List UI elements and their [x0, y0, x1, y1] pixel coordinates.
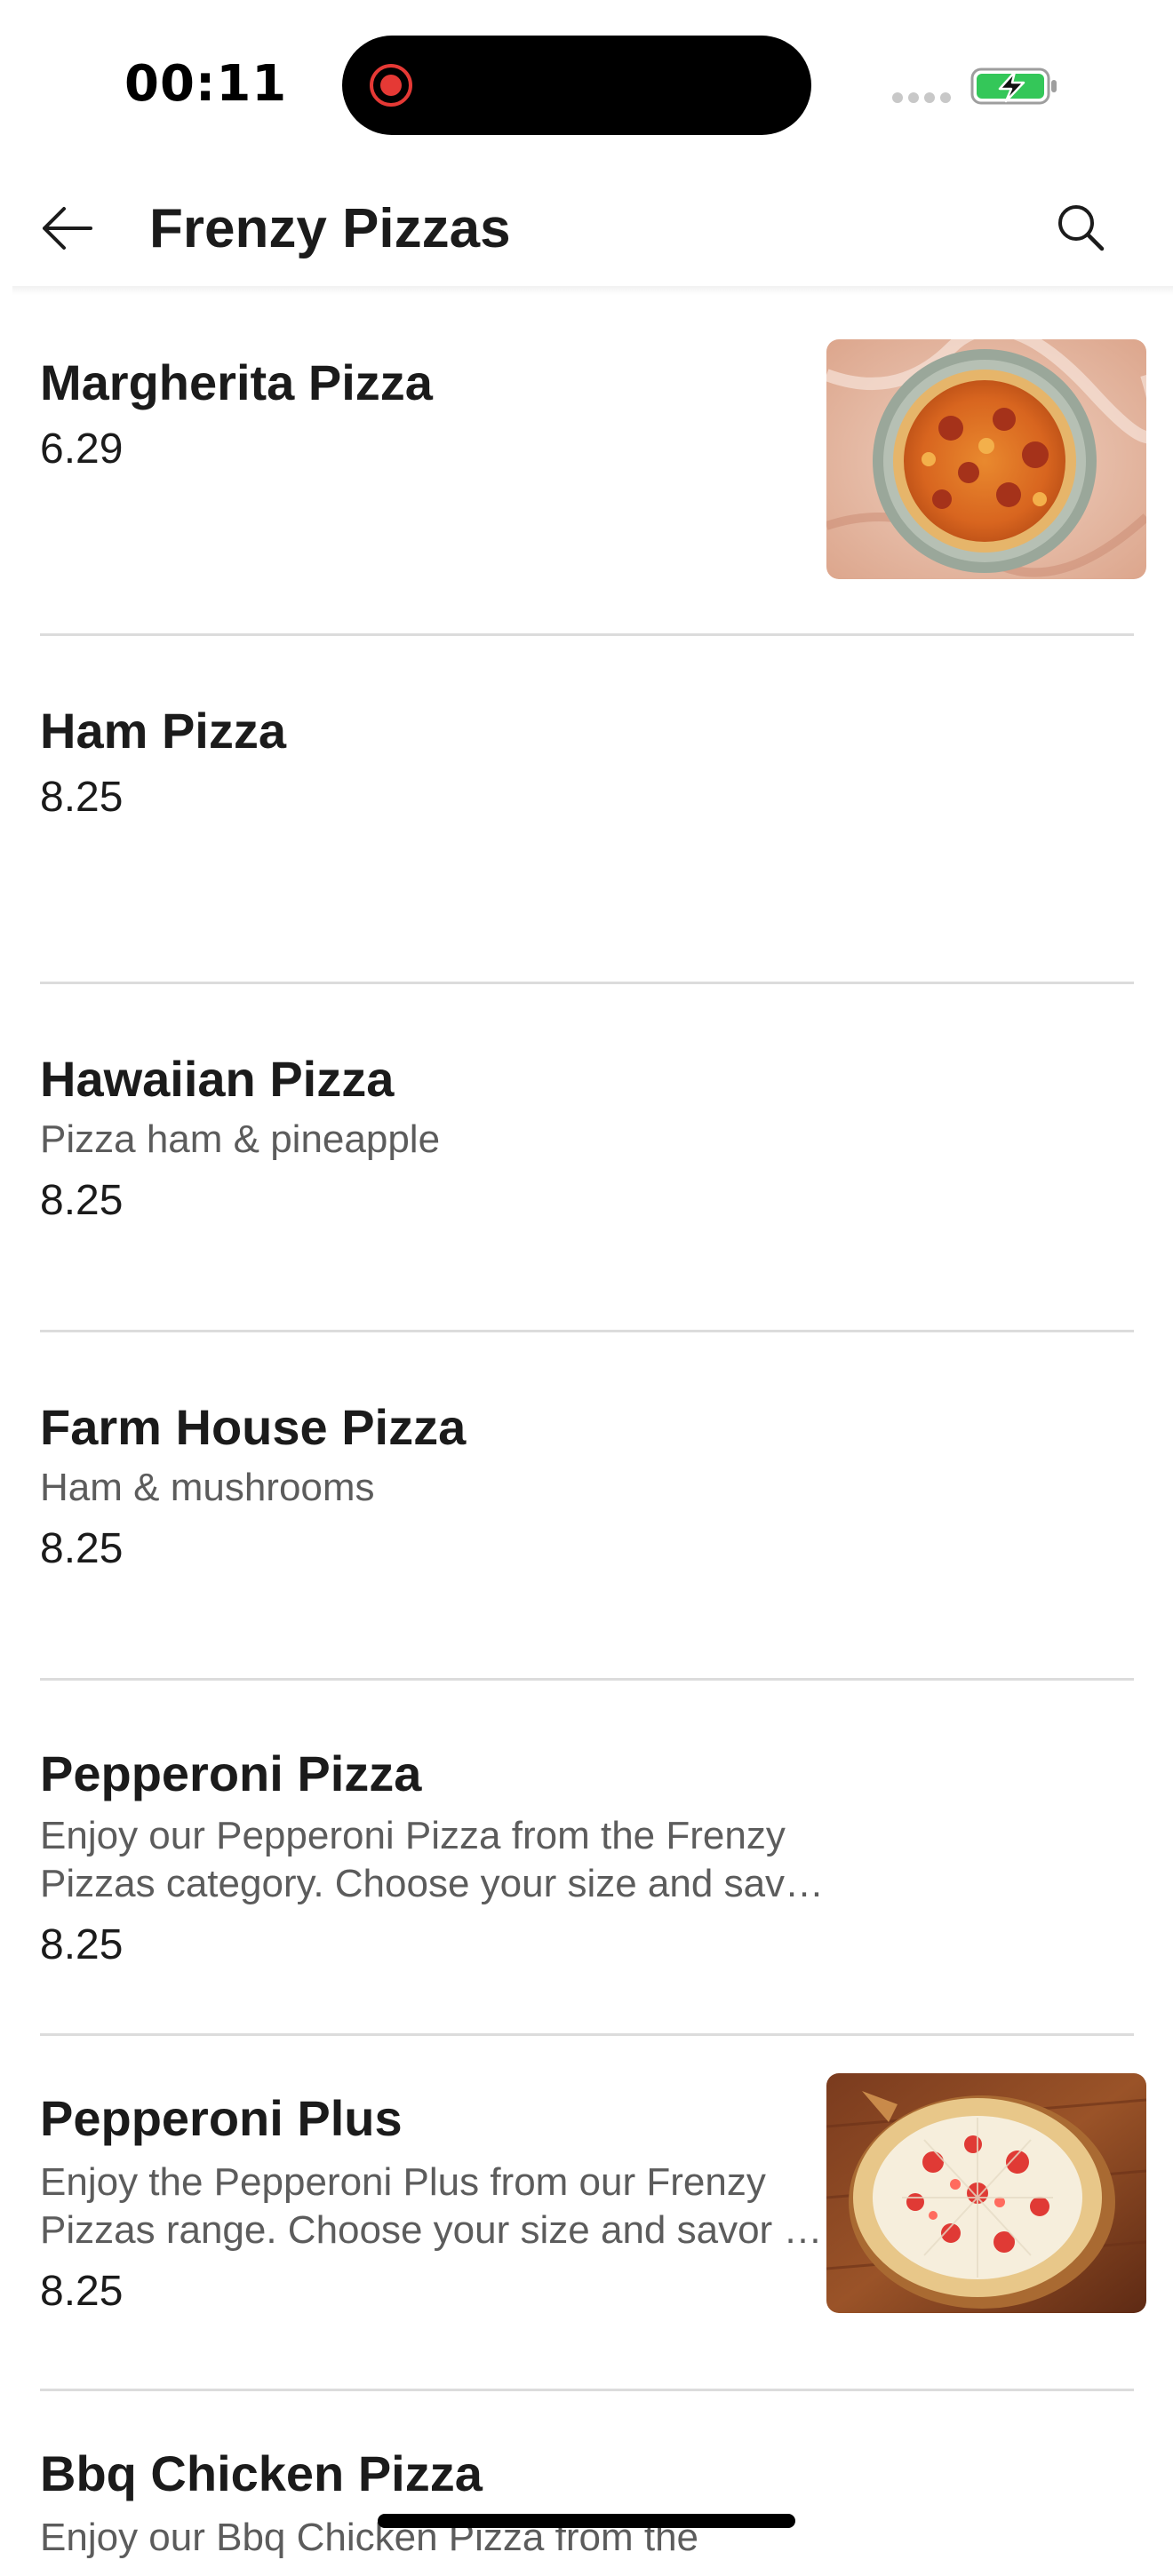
item-divider [40, 1330, 1134, 1332]
item-name: Margherita Pizza [40, 354, 433, 410]
item-name: Hawaiian Pizza [40, 1051, 395, 1107]
menu-list: Margherita Pizza 6.29 Ham Pizza 8.25 Haw… [0, 295, 1173, 2576]
pizza-photo-margherita [826, 339, 1146, 579]
item-price: 8.25 [40, 774, 124, 821]
item-description-line: Pizza ham & pineapple [40, 1117, 441, 1161]
item-price: 8.25 [40, 1921, 124, 1968]
menu-item-farm-house-pizza[interactable]: Farm House Pizza Ham & mushrooms 8.25 [0, 1340, 1173, 1688]
menu-item-bbq-chicken-pizza[interactable]: Bbq Chicken Pizza Enjoy our Bbq Chicken … [0, 2398, 1173, 2576]
item-divider [40, 2033, 1134, 2036]
item-name: Pepperoni Pizza [40, 1745, 422, 1801]
item-divider [40, 633, 1134, 636]
item-price: 8.25 [40, 1525, 124, 1572]
menu-item-pepperoni-pizza[interactable]: Pepperoni Pizza Enjoy our Pepperoni Pizz… [0, 1688, 1173, 2043]
item-price: 8.25 [40, 1177, 124, 1224]
header-divider [12, 286, 1173, 295]
cellular-signal-icon [892, 92, 951, 103]
status-bar: 00:11 [0, 0, 1173, 169]
item-description: Enjoy the Pepperoni Plus from our Frenzy… [40, 2159, 840, 2254]
menu-item-ham-pizza[interactable]: Ham Pizza 8.25 [0, 643, 1173, 991]
page-title: Frenzy Pizzas [149, 198, 511, 259]
item-name: Pepperoni Plus [40, 2090, 403, 2146]
menu-item-hawaiian-pizza[interactable]: Hawaiian Pizza Pizza ham & pineapple 8.2… [0, 991, 1173, 1340]
dynamic-island [342, 36, 811, 135]
arrow-left-icon[interactable] [39, 201, 94, 256]
item-image[interactable] [826, 2073, 1146, 2313]
item-price: 6.29 [40, 425, 124, 473]
item-description-line: Pizzas range. Choose your size and savor… [40, 2208, 840, 2252]
item-description-line: Pizzas category. Choose your size and sa… [40, 1862, 840, 1905]
battery-charging-icon [970, 68, 1057, 105]
search-icon[interactable] [1054, 201, 1107, 254]
item-name: Bbq Chicken Pizza [40, 2445, 483, 2501]
menu-item-pepperoni-plus[interactable]: Pepperoni Plus Enjoy the Pepperoni Plus … [0, 2043, 1173, 2398]
item-image[interactable] [826, 339, 1146, 579]
item-divider [40, 2389, 1134, 2391]
item-description-line: Enjoy the Pepperoni Plus from our Frenzy [40, 2160, 766, 2204]
item-price: 8.25 [40, 2268, 124, 2315]
item-divider [40, 982, 1134, 984]
item-description-line: Enjoy our Pepperoni Pizza from the Frenz… [40, 1814, 786, 1857]
status-time: 00:11 [124, 55, 288, 113]
item-description: Enjoy our Pepperoni Pizza from the Frenz… [40, 1812, 840, 1908]
item-description-line: Ham & mushrooms [40, 1466, 375, 1509]
menu-item-margherita-pizza[interactable]: Margherita Pizza 6.29 [0, 295, 1173, 643]
item-name: Farm House Pizza [40, 1399, 467, 1455]
home-indicator[interactable] [378, 2514, 795, 2528]
item-description: Ham & mushrooms [40, 1464, 840, 1512]
item-description: Pizza ham & pineapple [40, 1116, 840, 1164]
pizza-photo-pepperoni-plus [826, 2073, 1146, 2313]
item-name: Ham Pizza [40, 703, 286, 759]
item-divider [40, 1678, 1134, 1681]
app-header: Frenzy Pizzas [0, 169, 1173, 290]
screen-recording-icon [370, 64, 412, 107]
